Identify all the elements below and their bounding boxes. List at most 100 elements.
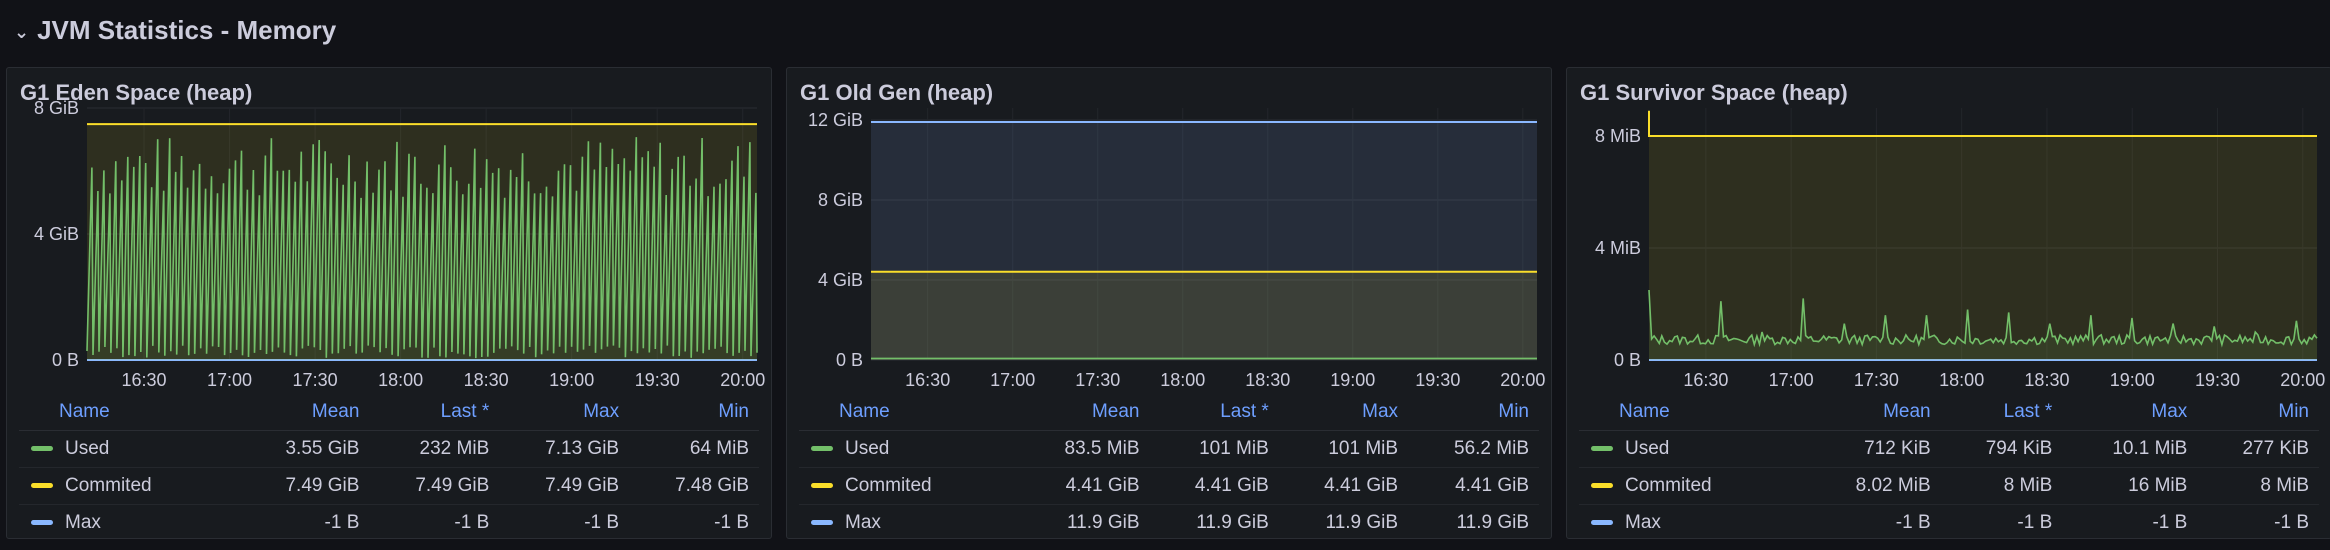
legend-swatch-icon: [1591, 520, 1613, 526]
legend-header-mean[interactable]: Mean: [1018, 394, 1150, 431]
legend-value-last: 232 MiB: [369, 430, 500, 468]
legend-series-label[interactable]: Used: [1625, 438, 1669, 459]
legend-series-label[interactable]: Commited: [65, 475, 152, 496]
time-series-chart[interactable]: 0 B 4 MiB 8 MiB 16:30 17:00 17:30 18:00 18:30 19…: [1567, 68, 2330, 398]
legend-series-label[interactable]: Max: [65, 512, 101, 533]
legend-series-label[interactable]: Max: [1625, 512, 1661, 533]
x-tick-label: 16:30: [1683, 370, 1728, 390]
legend-value-mean: 712 KiB: [1805, 430, 1941, 468]
x-tick-label: 17:00: [207, 370, 252, 390]
legend-header-name[interactable]: Name: [1579, 394, 1806, 431]
legend-value-max: 4.41 GiB: [1278, 467, 1409, 505]
legend-series-name[interactable]: Used: [1579, 430, 1806, 468]
legend-series-label[interactable]: Max: [845, 512, 881, 533]
panel-2[interactable]: G1 Old Gen (heap) 0 B4 GiB 8 GiB 12 GiB 16:3…: [786, 67, 1552, 539]
legend-header-last[interactable]: Last *: [369, 394, 500, 431]
legend-header-min[interactable]: Min: [1408, 394, 1539, 431]
legend-series-name[interactable]: Max: [799, 505, 1019, 542]
legend-row[interactable]: Commited 8.02 MiB 8 MiB 16 MiB 8 MiB: [1579, 467, 2319, 505]
legend-value-max: 7.49 GiB: [499, 467, 630, 505]
legend-series-label[interactable]: Used: [65, 438, 109, 459]
legend-series-name[interactable]: Used: [799, 430, 1019, 468]
x-tick-label: 19:30: [1415, 370, 1460, 390]
legend-series-name[interactable]: Max: [19, 505, 240, 542]
legend-header-mean[interactable]: Mean: [239, 394, 370, 431]
series-area-commited: [1649, 110, 2317, 360]
legend-series-name[interactable]: Commited: [1579, 467, 1806, 505]
legend-row[interactable]: Commited 7.49 GiB 7.49 GiB 7.49 GiB 7.48 GiB: [19, 467, 759, 505]
legend-series-label[interactable]: Commited: [845, 475, 932, 496]
x-tick-label: 16:30: [905, 370, 950, 390]
legend-header-max[interactable]: Max: [499, 394, 630, 431]
x-tick-label: 17:30: [1854, 370, 1899, 390]
x-tick-label: 18:30: [1245, 370, 1290, 390]
legend-series-name[interactable]: Commited: [19, 467, 240, 505]
series-line-commited[interactable]: [1648, 110, 2317, 137]
legend-series-label[interactable]: Commited: [1625, 475, 1712, 496]
x-tick-label: 18:00: [378, 370, 423, 390]
legend-header-min[interactable]: Min: [629, 394, 759, 431]
x-tick-label: 17:00: [1769, 370, 1814, 390]
x-tick-label: 18:30: [2024, 370, 2069, 390]
panel-1[interactable]: G1 Eden Space (heap) 0 B4 GiB 8 GiB 16:30 17…: [6, 67, 772, 539]
legend-row[interactable]: Used 3.55 GiB 232 MiB 7.13 GiB 64 MiB: [19, 430, 759, 468]
y-tick-label: 0 B: [1614, 350, 1641, 370]
legend-series-label[interactable]: Used: [845, 438, 889, 459]
legend-table: Name Mean Last * Max Min Used 3.55 GiB 232 MiB 7…: [19, 394, 759, 541]
legend-value-min: 64 MiB: [629, 430, 759, 468]
legend-value-max: 16 MiB: [2062, 467, 2198, 505]
panel-3[interactable]: G1 Survivor Space (heap) 0 B4 MiB 8 MiB 16:…: [1566, 67, 2330, 539]
legend-value-min: 11.9 GiB: [1456, 512, 1529, 533]
legend-header-mean[interactable]: Mean: [1805, 394, 1941, 431]
legend-series-name[interactable]: Commited: [799, 467, 1019, 505]
legend-value-last: 794 KiB: [1940, 430, 2063, 468]
legend-header-max[interactable]: Max: [1278, 394, 1409, 431]
x-tick-label: 19:00: [1330, 370, 1375, 390]
legend-series-name[interactable]: Used: [19, 430, 240, 468]
x-tick-label: 19:00: [549, 370, 594, 390]
legend-value-last: 7.49 GiB: [369, 467, 500, 505]
legend-value-mean: 11.9 GiB: [1066, 512, 1140, 533]
y-tick-label: 0 B: [836, 350, 863, 370]
legend-row[interactable]: Used 83.5 MiB 101 MiB 101 MiB 56.2 MiB: [799, 430, 1539, 468]
legend-value-last: -1 B: [454, 512, 490, 533]
legend-series-name[interactable]: Max: [1579, 505, 1806, 542]
row-title[interactable]: JVM Statistics - Memory: [37, 15, 336, 46]
legend-row[interactable]: Commited 4.41 GiB 4.41 GiB 4.41 GiB 4.41 GiB: [799, 467, 1539, 505]
legend-row[interactable]: Max 11.9 GiB 11.9 GiB 11.9 GiB 11.9 GiB: [799, 505, 1539, 542]
legend-value-min: 8 MiB: [2197, 467, 2319, 505]
legend-row[interactable]: Max -1 B -1 B -1 B -1 B: [1579, 505, 2319, 542]
time-series-chart[interactable]: 0 B 4 GiB 8 GiB 12 GiB 16:30 17:00 17:30 18:00 1…: [787, 68, 1553, 398]
legend-row[interactable]: Used 712 KiB 794 KiB 10.1 MiB 277 KiB: [1579, 430, 2319, 468]
legend-value-max: -1 B: [2152, 512, 2188, 533]
y-tick-label: 4 MiB: [1595, 238, 1641, 258]
legend-swatch-icon: [811, 520, 833, 526]
legend-row[interactable]: Max -1 B -1 B -1 B -1 B: [19, 505, 759, 542]
y-tick-label: 4 GiB: [818, 270, 863, 290]
legend-header-last[interactable]: Last *: [1149, 394, 1279, 431]
x-tick-label: 17:00: [990, 370, 1035, 390]
x-tick-label: 20:00: [1500, 370, 1545, 390]
chevron-down-icon[interactable]: ⌄: [14, 22, 29, 43]
legend-header-min[interactable]: Min: [2197, 394, 2319, 431]
legend-value-mean: 7.49 GiB: [239, 467, 370, 505]
legend-header-name[interactable]: Name: [19, 394, 240, 431]
legend-value-min: 277 KiB: [2197, 430, 2319, 468]
x-tick-label: 16:30: [121, 370, 166, 390]
x-tick-label: 19:30: [2195, 370, 2240, 390]
legend-header-max[interactable]: Max: [2062, 394, 2198, 431]
x-tick-label: 18:30: [464, 370, 509, 390]
row-header[interactable]: ⌄ JVM Statistics - Memory: [14, 10, 336, 50]
legend-swatch-icon: [31, 520, 53, 526]
legend-table: Name Mean Last * Max Min Used 712 KiB 794 KiB 10…: [1579, 394, 2319, 541]
time-series-chart[interactable]: 0 B 4 GiB 8 GiB 16:30 17:00 17:30 18:00 18:30 19…: [7, 68, 773, 398]
legend-value-last: 8 MiB: [1940, 467, 2063, 505]
legend-value-mean: 4.41 GiB: [1018, 467, 1150, 505]
y-tick-label: 0 B: [52, 350, 79, 370]
legend-swatch-icon: [811, 446, 833, 452]
legend-value-max: 101 MiB: [1278, 430, 1409, 468]
legend-value-max: 7.13 GiB: [499, 430, 630, 468]
legend-value-last: 101 MiB: [1149, 430, 1279, 468]
legend-header-last[interactable]: Last *: [1940, 394, 2063, 431]
legend-header-name[interactable]: Name: [799, 394, 1019, 431]
